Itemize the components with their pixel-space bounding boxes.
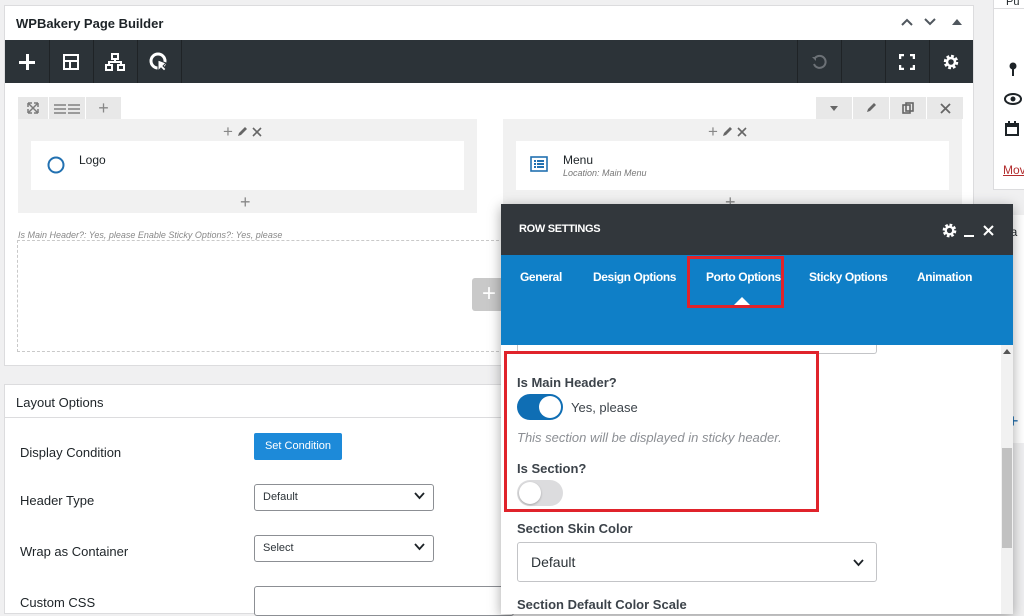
scroll-up-icon[interactable] — [1003, 349, 1011, 354]
column-area-1: + Logo + — [18, 119, 477, 213]
plus-icon[interactable]: + — [708, 123, 718, 140]
skin-color-label: Section Skin Color — [517, 521, 633, 536]
chevron-down-icon — [414, 492, 425, 500]
wrap-container-label: Wrap as Container — [20, 544, 129, 559]
row-move-handle[interactable] — [18, 97, 48, 119]
skin-color-select[interactable]: Default — [517, 542, 877, 582]
close-icon[interactable] — [983, 225, 994, 236]
close-icon[interactable] — [252, 126, 262, 137]
columns-icon — [54, 104, 80, 114]
tab-general[interactable]: General — [520, 270, 562, 284]
modal-header: ROW SETTINGS — [501, 204, 1013, 255]
display-condition-label: Display Condition — [20, 445, 122, 460]
chevron-down-icon — [414, 543, 425, 551]
header-type-value: Default — [263, 491, 298, 503]
element-subtitle: Location: Main Menu — [563, 168, 647, 178]
gear-icon — [943, 54, 959, 69]
templates-button[interactable] — [49, 40, 93, 83]
element-name: Menu — [563, 153, 594, 167]
chevron-down-icon[interactable] — [924, 18, 936, 26]
set-condition-button[interactable]: Set Condition — [254, 433, 342, 460]
pencil-icon[interactable] — [237, 126, 248, 137]
column-controls: + — [223, 123, 262, 140]
tab-design-options[interactable]: Design Options — [593, 270, 676, 284]
header-type-label: Header Type — [20, 493, 95, 508]
scrollbar-thumb[interactable] — [1002, 448, 1012, 548]
column-area-2: + Menu Location: Main Menu + — [503, 119, 962, 213]
undo-button[interactable] — [797, 40, 841, 83]
row-clone-button[interactable] — [890, 97, 926, 119]
row-layout-button[interactable] — [49, 97, 85, 119]
custom-css-textarea[interactable] — [254, 586, 514, 616]
page-builder-title: WPBakery Page Builder — [16, 16, 164, 31]
color-scale-label: Section Default Color Scale — [517, 597, 687, 612]
undo-icon — [812, 54, 827, 69]
column-controls: + — [708, 123, 747, 140]
cursor-target-icon — [149, 52, 167, 72]
frontend-editor-button[interactable] — [137, 40, 181, 83]
header-type-select[interactable]: Default — [254, 484, 434, 511]
pencil-icon[interactable] — [722, 126, 733, 137]
caret-up-icon[interactable] — [952, 18, 962, 26]
layout-icon — [63, 53, 79, 70]
fullscreen-icon — [899, 53, 915, 70]
modal-scrollbar[interactable] — [1001, 345, 1013, 614]
sidebar-title-fragment: Pu — [1006, 0, 1020, 8]
tab-animation[interactable]: Animation — [917, 270, 972, 284]
layout-options-title: Layout Options — [16, 395, 104, 410]
fullscreen-button[interactable] — [885, 40, 929, 83]
modal-title: ROW SETTINGS — [519, 223, 601, 235]
builder-toolbar — [5, 40, 973, 83]
wrap-container-value: Select — [263, 542, 294, 554]
row-delete-button[interactable] — [927, 97, 963, 119]
sitemap-icon — [105, 52, 125, 71]
eye-icon — [1004, 93, 1022, 105]
plus-icon[interactable]: + — [223, 123, 233, 140]
pencil-icon — [867, 103, 876, 112]
settings-button[interactable] — [929, 40, 973, 83]
add-element-plus-icon[interactable]: + — [240, 193, 251, 211]
copy-icon — [902, 102, 914, 114]
fields-highlight — [504, 351, 819, 512]
element-name: Logo — [79, 153, 106, 167]
plus-icon — [19, 53, 35, 70]
add-element-button[interactable] — [5, 40, 49, 83]
circle-icon — [47, 156, 65, 174]
close-icon — [939, 102, 951, 114]
sidebar-move-link[interactable]: Mov — [1003, 163, 1024, 177]
pin-icon — [1009, 62, 1017, 76]
row-info-text: Is Main Header?: Yes, please Enable Stic… — [18, 230, 283, 240]
menu-list-icon — [530, 156, 548, 172]
caret-down-icon — [830, 105, 838, 111]
logo-element[interactable]: Logo — [31, 141, 464, 190]
row-toggle-button[interactable] — [816, 97, 852, 119]
menu-element[interactable]: Menu Location: Main Menu — [516, 141, 949, 190]
porto-options-highlight — [687, 256, 784, 308]
navigator-button[interactable] — [93, 40, 137, 83]
chevron-down-icon — [853, 559, 864, 567]
sidebar-panel: Pu Mov — [993, 0, 1024, 190]
row-add-column-button[interactable]: + — [86, 97, 121, 119]
wrap-container-select[interactable]: Select — [254, 535, 434, 562]
plus-icon: + — [98, 98, 109, 118]
calendar-icon — [1005, 121, 1019, 136]
skin-color-value: Default — [531, 554, 576, 570]
minimize-icon[interactable] — [964, 235, 974, 238]
gear-icon[interactable] — [941, 222, 958, 239]
arrows-expand-icon — [27, 102, 39, 114]
tab-sticky-options[interactable]: Sticky Options — [809, 270, 888, 284]
close-icon[interactable] — [737, 126, 747, 137]
row-edit-button[interactable] — [853, 97, 889, 119]
chevron-up-icon[interactable] — [901, 18, 913, 26]
